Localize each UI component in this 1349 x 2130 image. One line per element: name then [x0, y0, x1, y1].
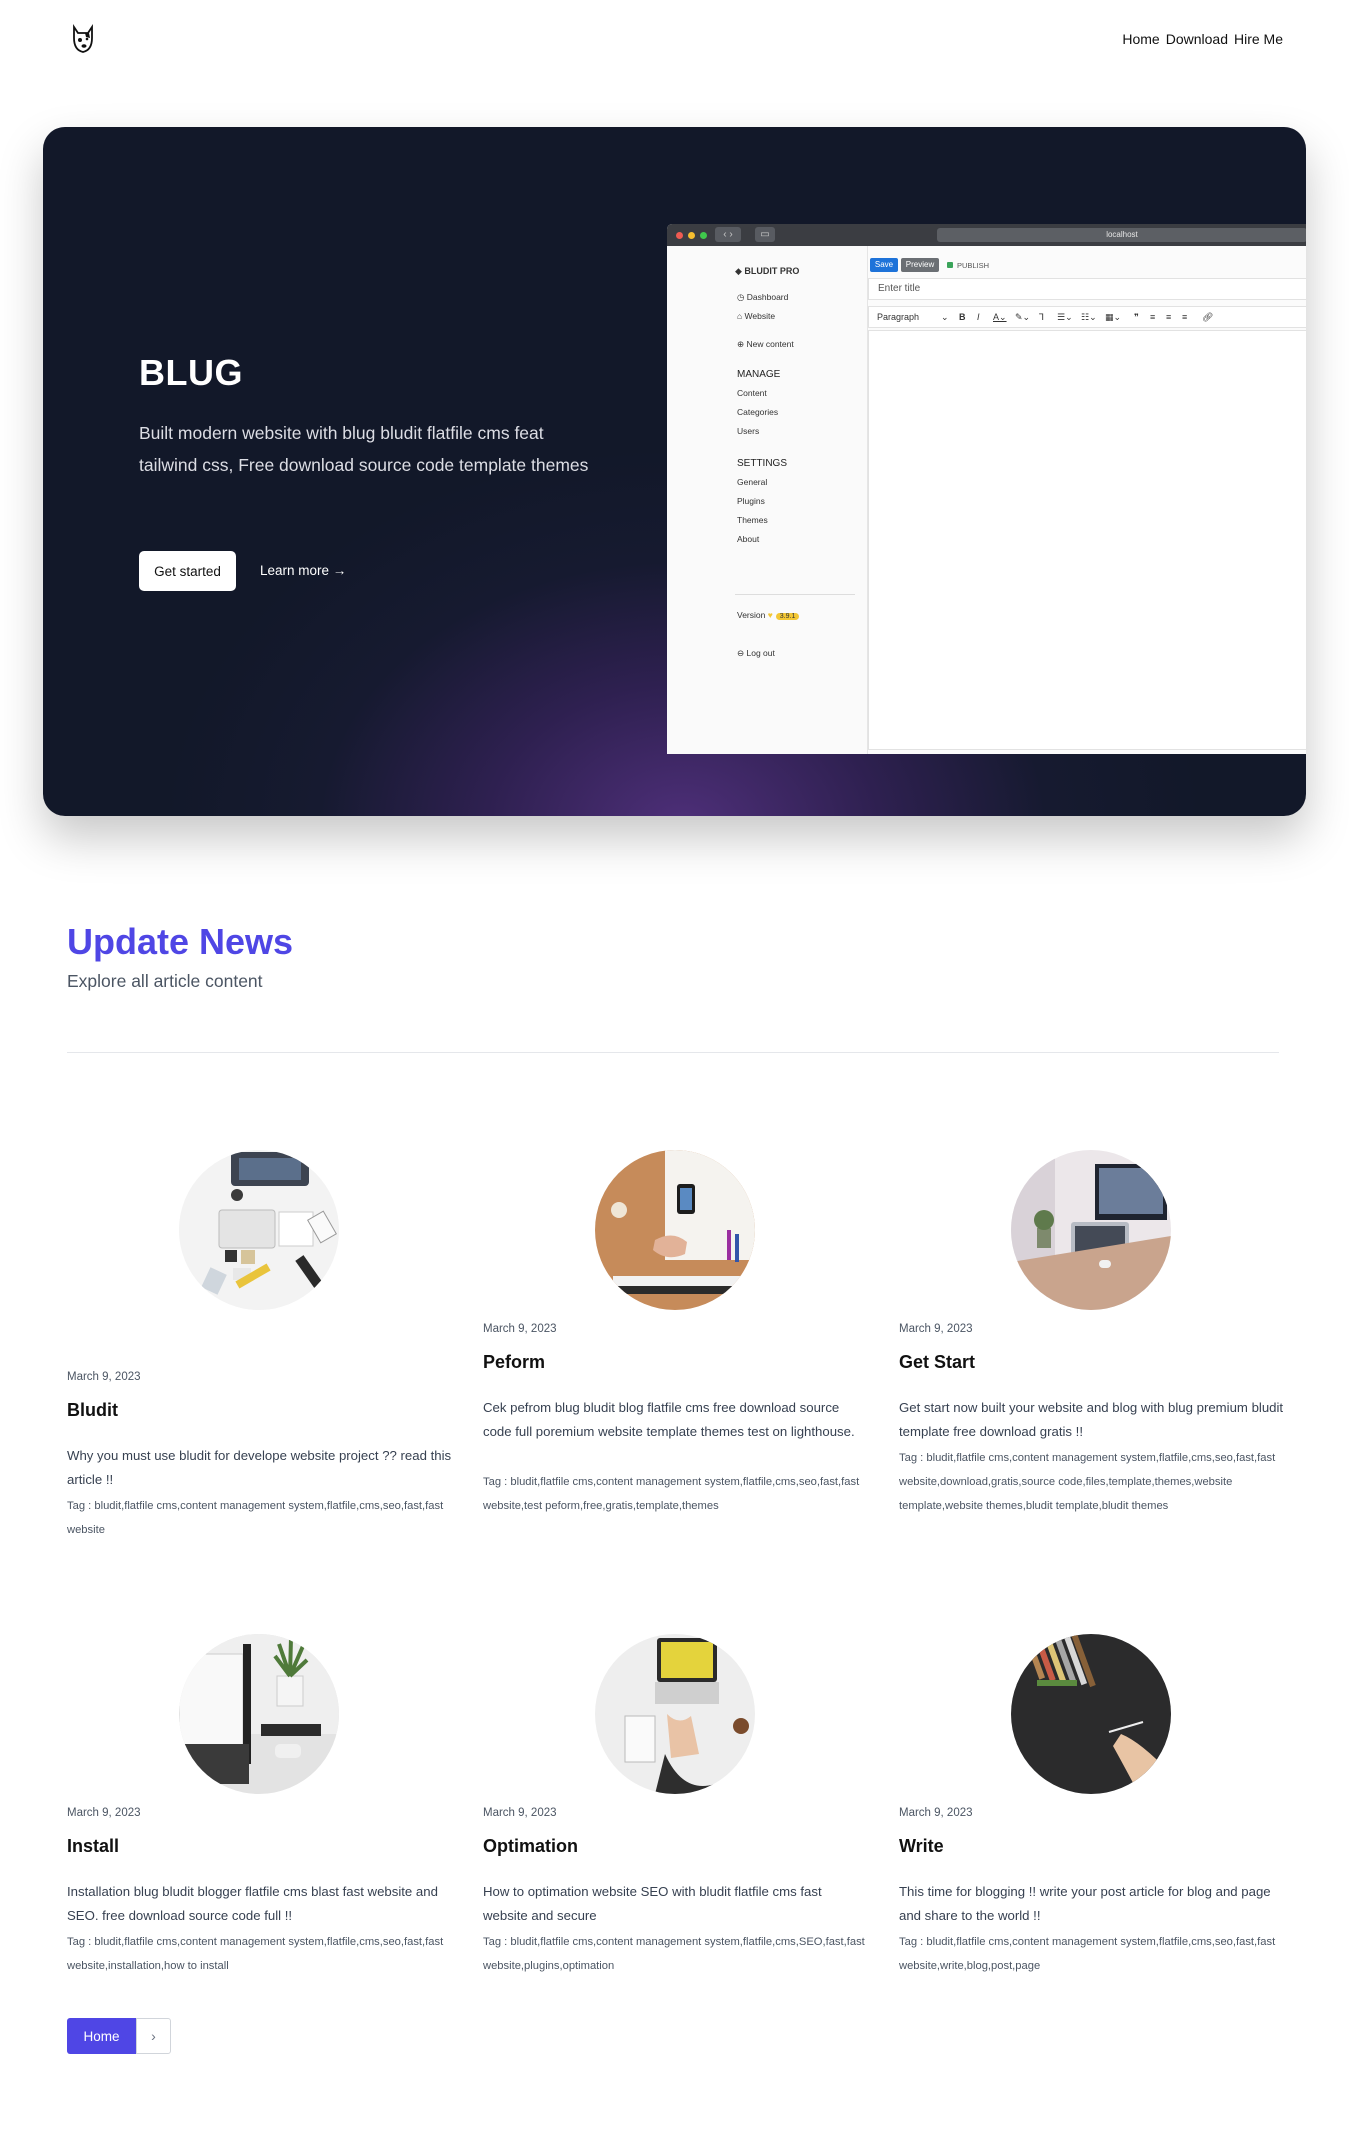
- article-title[interactable]: Peform: [483, 1352, 545, 1373]
- section-subtitle: Explore all article content: [67, 971, 263, 991]
- highlight-icon: ✎⌄: [1015, 312, 1031, 322]
- numbered-list-icon: ☷⌄: [1081, 312, 1097, 322]
- get-started-button[interactable]: Get started: [139, 551, 236, 591]
- cms-item-about: About: [737, 534, 760, 544]
- pagination-home-button[interactable]: Home: [67, 2018, 136, 2054]
- heart-icon: ♥: [767, 610, 773, 620]
- cms-item-logout: ⊖ Log out: [737, 648, 775, 658]
- pagination-next-button[interactable]: ›: [136, 2018, 171, 2054]
- browser-back-forward-icon: ‹ ›: [715, 227, 741, 242]
- maximize-dot-icon: [700, 232, 707, 239]
- cms-item-categories: Categories: [737, 407, 779, 417]
- top-nav: Home Download Hire Me: [0, 0, 1349, 82]
- cms-version: Version ♥ 3.9.1: [737, 610, 800, 620]
- article-thumbnail[interactable]: [179, 1634, 339, 1794]
- cms-title-input: Enter title: [868, 278, 1306, 300]
- article-tags: Tag : bludit,flatfile cms,content manage…: [899, 1936, 1276, 1972]
- align-left-icon: ≡: [1150, 312, 1156, 322]
- article-tags: Tag : bludit,flatfile cms,content manage…: [483, 1936, 865, 1972]
- article-title[interactable]: Install: [67, 1836, 119, 1857]
- article-tags: Tag : bludit,flatfile cms,content manage…: [899, 1452, 1276, 1512]
- cms-item-themes: Themes: [737, 515, 768, 525]
- bullet-list-icon: ☰⌄: [1057, 312, 1073, 322]
- version-badge: 3.9.1: [775, 613, 800, 620]
- cms-item-plugins: Plugins: [737, 496, 765, 506]
- cms-brand: ◆ BLUDIT PRO: [735, 266, 800, 276]
- article-date: March 9, 2023: [483, 1323, 557, 1335]
- hero-description: Built modern website with blug bludit fl…: [139, 423, 589, 475]
- cms-editor-toolbar: Paragraph ⌄ B I A⌄ ✎⌄ Ꞁ ☰⌄ ☷⌄ ▦⌄ ❞ ≡ ≡ ≡…: [868, 306, 1306, 328]
- paragraph-select: Paragraph: [877, 312, 920, 322]
- cms-divider: [735, 594, 855, 595]
- article-thumbnail[interactable]: [595, 1634, 755, 1794]
- article-thumbnail[interactable]: [595, 1150, 755, 1310]
- article-description: Installation blug bludit blogger flatfil…: [67, 1884, 438, 1923]
- section-divider: [67, 1052, 1279, 1053]
- cms-item-users: Users: [737, 426, 760, 436]
- article-title[interactable]: Write: [899, 1836, 944, 1857]
- cms-settings-heading: SETTINGS: [737, 458, 788, 469]
- article-date: March 9, 2023: [483, 1807, 557, 1819]
- article-date: March 9, 2023: [67, 1371, 141, 1383]
- article-description: Cek pefrom blug bludit blog flatfile cms…: [483, 1400, 855, 1439]
- align-center-icon: ≡: [1166, 312, 1172, 322]
- text-color-icon: A⌄: [993, 312, 1007, 322]
- cms-save-button: Save: [870, 258, 898, 272]
- article-date: March 9, 2023: [899, 1323, 973, 1335]
- sidebar-toggle-icon: ▭: [755, 227, 775, 242]
- cms-item-new-content: ⊕ New content: [737, 339, 794, 349]
- cms-editor-body: [868, 330, 1306, 750]
- cms-screenshot-mockup: ‹ › ▭ localhost ◆ BLUDIT PRO ◷ Dashboard…: [667, 224, 1306, 754]
- italic-icon: I: [977, 312, 980, 322]
- hero-title: BLUG: [139, 352, 243, 393]
- cms-item-dashboard: ◷ Dashboard: [737, 292, 789, 302]
- article-tags: Tag : bludit,flatfile cms,content manage…: [67, 1500, 444, 1536]
- dog-logo-icon[interactable]: [70, 24, 96, 56]
- browser-toolbar: ‹ › ▭ localhost: [667, 224, 1306, 246]
- nav-link-hire-me[interactable]: Hire Me: [1234, 31, 1283, 47]
- table-icon: ▦⌄: [1105, 312, 1122, 322]
- quote-icon: ❞: [1134, 312, 1139, 322]
- chevron-down-icon: ⌄: [941, 312, 949, 322]
- cms-sidebar: ◆ BLUDIT PRO ◷ Dashboard ⌂ Website ⊕ New…: [667, 246, 868, 754]
- article-description: Get start now built your website and blo…: [899, 1400, 1284, 1439]
- cms-publish-status: PUBLISH: [947, 261, 989, 270]
- article-description: This time for blogging !! write your pos…: [899, 1884, 1271, 1923]
- chevron-right-icon: ›: [151, 2028, 156, 2044]
- nav-link-home[interactable]: Home: [1122, 31, 1159, 47]
- article-thumbnail[interactable]: [179, 1150, 339, 1310]
- learn-more-link[interactable]: Learn more →: [260, 563, 346, 578]
- minimize-dot-icon: [688, 232, 695, 239]
- clear-format-icon: Ꞁ: [1039, 312, 1045, 322]
- article-tags: Tag : bludit,flatfile cms,content manage…: [67, 1936, 444, 1972]
- close-dot-icon: [676, 232, 683, 239]
- article-date: March 9, 2023: [67, 1807, 141, 1819]
- link-icon: 🔗︎: [1202, 312, 1214, 322]
- cms-preview-button: Preview: [901, 258, 939, 272]
- article-title[interactable]: Get Start: [899, 1352, 975, 1373]
- article-title[interactable]: Bludit: [67, 1400, 118, 1421]
- cms-item-content: Content: [737, 388, 767, 398]
- cms-manage-heading: MANAGE: [737, 369, 781, 380]
- align-right-icon: ≡: [1182, 312, 1188, 322]
- article-thumbnail[interactable]: [1011, 1634, 1171, 1794]
- article-date: March 9, 2023: [899, 1807, 973, 1819]
- cms-item-website: ⌂ Website: [737, 311, 776, 321]
- article-description: Why you must use bludit for develope web…: [67, 1448, 452, 1487]
- article-thumbnail[interactable]: [1011, 1150, 1171, 1310]
- cms-logo-icon: ◆: [735, 266, 745, 276]
- nav-link-download[interactable]: Download: [1166, 31, 1228, 47]
- article-tags: Tag : bludit,flatfile cms,content manage…: [483, 1476, 860, 1512]
- section-title: Update News: [67, 921, 294, 962]
- cms-item-general: General: [737, 477, 768, 487]
- article-description: How to optimation website SEO with bludi…: [483, 1884, 822, 1923]
- hero-banner: BLUG Built modern website with blug blud…: [43, 127, 1306, 816]
- browser-url: localhost: [937, 228, 1306, 242]
- cms-editor-area: Save Preview PUBLISH Enter title Paragra…: [868, 246, 1306, 754]
- bold-icon: B: [959, 312, 966, 322]
- article-title[interactable]: Optimation: [483, 1836, 578, 1857]
